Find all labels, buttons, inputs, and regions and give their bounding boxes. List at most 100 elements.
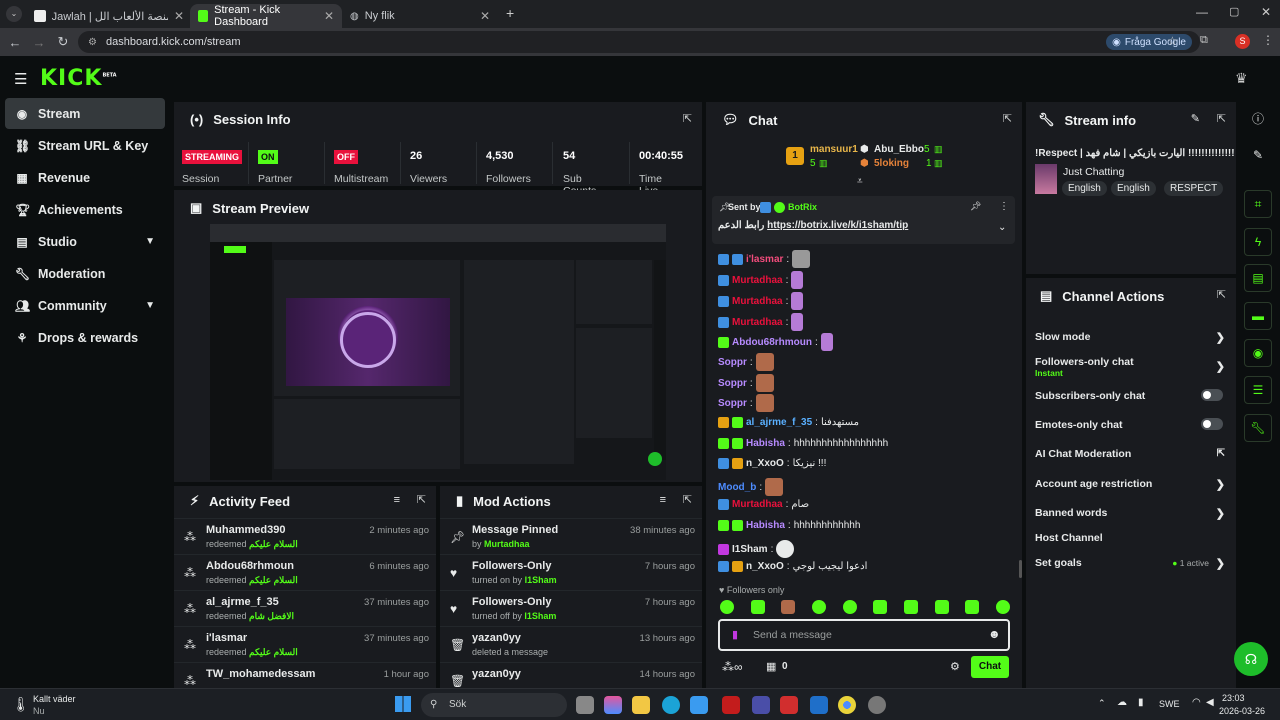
pinned-bot-name[interactable]: BotRix (788, 202, 817, 212)
bookmark-star-icon[interactable]: ☆ (1167, 34, 1178, 48)
forward-icon[interactable]: → (27, 35, 51, 50)
browser-menu-icon[interactable]: ⋮ (1262, 33, 1274, 47)
sidebar-item-moderation[interactable]: 🔧︎ Moderation (5, 258, 165, 289)
chat-bubble-icon[interactable]: ▬ (1244, 302, 1272, 330)
edit-pencil-icon[interactable]: ✎ (1191, 112, 1200, 125)
chevron-down-icon[interactable]: ⌄ (998, 222, 1006, 233)
set-goals-row[interactable]: Set goals ● 1 active ❯ (1035, 557, 1225, 570)
chat-settings-icon[interactable]: ⚙ (950, 660, 960, 673)
emoji-picker-icon[interactable]: ☻ (988, 627, 1001, 641)
host-channel-row[interactable]: Host Channel (1035, 532, 1225, 544)
url-input[interactable]: ⚙ dashboard.kick.com/stream (78, 31, 1200, 53)
taskbar-search-input[interactable]: ⚲ Sök (421, 693, 567, 717)
scan-icon[interactable]: ⌗ (1244, 190, 1272, 218)
unpin-icon[interactable]: 📌︎ (970, 201, 981, 212)
info-icon[interactable]: ⓘ (1244, 104, 1272, 132)
emotes-only-row[interactable]: Emotes-only chat (1035, 418, 1225, 431)
account-age-row[interactable]: Account age restriction ❯ (1035, 478, 1225, 491)
emote-icon[interactable] (750, 600, 765, 614)
windows-start-icon[interactable] (395, 696, 411, 712)
outlook-icon[interactable] (810, 696, 828, 714)
extensions-icon[interactable]: ⧉ (1200, 34, 1208, 47)
sidebar-item-studio[interactable]: ▤ Studio ▼ (5, 226, 165, 257)
subscribers-only-row[interactable]: Subscribers-only chat (1035, 389, 1225, 402)
fraga-google-button[interactable]: ◉ Fråga Google (1106, 34, 1192, 50)
app-l-icon[interactable] (780, 696, 798, 714)
chat-username[interactable]: Murtadhaa (732, 275, 783, 286)
sidebar-item-revenue[interactable]: ▦ Revenue (5, 162, 165, 193)
edge-icon[interactable] (662, 696, 680, 714)
collapse-leaderboard-icon[interactable]: ⩡ (857, 176, 863, 187)
sidebar-item-stream[interactable]: ◉ Stream (5, 98, 165, 129)
file-explorer-icon[interactable] (632, 696, 650, 714)
user-name[interactable]: Abdou68rhmoun (206, 560, 294, 572)
user-name[interactable]: i'lasmar (206, 632, 247, 644)
close-icon[interactable]: ✕ (324, 9, 334, 23)
emote-icon[interactable] (811, 600, 826, 614)
reload-icon[interactable]: ↻ (51, 34, 75, 50)
gifter-name[interactable]: 5loking (874, 158, 909, 169)
sidebar-item-achievements[interactable]: 🏆︎ Achievements (5, 194, 165, 225)
network-icon[interactable]: ☁ (1117, 697, 1127, 708)
ai-moderation-row[interactable]: AI Chat Moderation ⇱ (1035, 448, 1225, 460)
stream-preview-video[interactable] (210, 224, 666, 480)
close-icon[interactable]: ✕ (174, 9, 184, 23)
language-indicator[interactable]: SWE (1159, 699, 1180, 709)
window-close-icon[interactable]: ✕ (1261, 5, 1271, 19)
hamburger-menu-icon[interactable]: ☰ (14, 70, 27, 88)
actions-icon[interactable]: ☰ (1244, 376, 1272, 404)
chat-username[interactable]: i'lasmar (746, 254, 783, 265)
chrome-icon[interactable] (838, 696, 856, 714)
emote-icon[interactable] (934, 600, 949, 614)
emote-icon[interactable] (965, 600, 980, 614)
user-name[interactable]: yazan0yy (472, 668, 521, 680)
clock-time[interactable]: 23:03 (1222, 693, 1245, 703)
pinned-message[interactable]: 📌︎ Sent by BotRix 📌︎ ⋮ رابط الدعم https:… (712, 196, 1015, 244)
mcafee-icon[interactable] (722, 696, 740, 714)
popout-icon[interactable]: ⇱ (1217, 288, 1226, 301)
help-support-button[interactable]: ☊ (1234, 642, 1268, 676)
ms-store-icon[interactable] (690, 696, 708, 714)
close-icon[interactable]: ✕ (480, 9, 490, 23)
sidebar-item-community[interactable]: 👥︎ Community ▼ (5, 290, 165, 321)
subscribers-only-toggle[interactable] (1201, 389, 1223, 401)
popout-icon[interactable]: ⇱ (1217, 112, 1226, 125)
weather-label[interactable]: Kallt väder (33, 694, 76, 704)
chat-message-input[interactable]: ▮ Send a message ☻ (718, 619, 1010, 651)
chat-username[interactable]: Soppr (718, 357, 747, 368)
chat-username[interactable]: n_XxoO (746, 458, 784, 469)
clipboard-icon[interactable]: ▤ (1244, 264, 1272, 292)
user-name[interactable]: TW_mohamedessam (206, 668, 315, 680)
sidebar-item-drops[interactable]: ⚘ Drops & rewards (5, 322, 165, 353)
vpn-icon[interactable] (752, 696, 770, 714)
emote-icon[interactable] (903, 600, 918, 614)
popout-icon[interactable]: ⇱ (417, 493, 426, 506)
chat-username[interactable]: Murtadhaa (732, 499, 783, 510)
chest-icon[interactable]: ▦ (766, 660, 776, 673)
mic-tray-icon[interactable]: ▮ (1138, 697, 1144, 708)
task-view-icon[interactable] (576, 696, 594, 714)
tab-kick-dashboard[interactable]: Stream - Kick Dashboard ✕ (190, 4, 342, 28)
chat-username[interactable]: Abdou68rhmoun (732, 337, 812, 348)
minimize-icon[interactable]: — (1196, 5, 1208, 19)
emote-icon[interactable] (873, 600, 888, 614)
chat-username[interactable]: Mood_b (718, 482, 756, 493)
user-name[interactable]: Muhammed390 (206, 524, 285, 536)
followers-only-row[interactable]: Followers-only chat Instant ❯ (1035, 356, 1225, 378)
user-name[interactable]: yazan0yy (472, 632, 521, 644)
bolt-icon[interactable]: ϟ (1244, 228, 1272, 256)
chat-username[interactable]: Soppr (718, 378, 747, 389)
sidebar-item-stream-url[interactable]: ⛓ Stream URL & Key (5, 130, 165, 161)
tray-chevron-icon[interactable]: ⌃ (1098, 698, 1106, 709)
community-icon[interactable]: ⁂∞ (722, 660, 743, 674)
chat-username[interactable]: Habisha (746, 520, 785, 531)
chat-username[interactable]: n_XxoO (746, 561, 784, 572)
chat-username[interactable]: I1Sham (732, 544, 768, 555)
new-tab-icon[interactable]: + (506, 5, 514, 21)
user-name[interactable]: al_ajrme_f_35 (206, 596, 279, 608)
popout-icon[interactable]: ⇱ (683, 112, 692, 125)
site-info-icon[interactable]: ⚙ (88, 37, 97, 48)
chat-username[interactable]: Soppr (718, 398, 747, 409)
user-avatar-icon[interactable]: ♛ (1235, 70, 1248, 87)
chat-username[interactable]: al_ajrme_f_35 (746, 417, 812, 428)
